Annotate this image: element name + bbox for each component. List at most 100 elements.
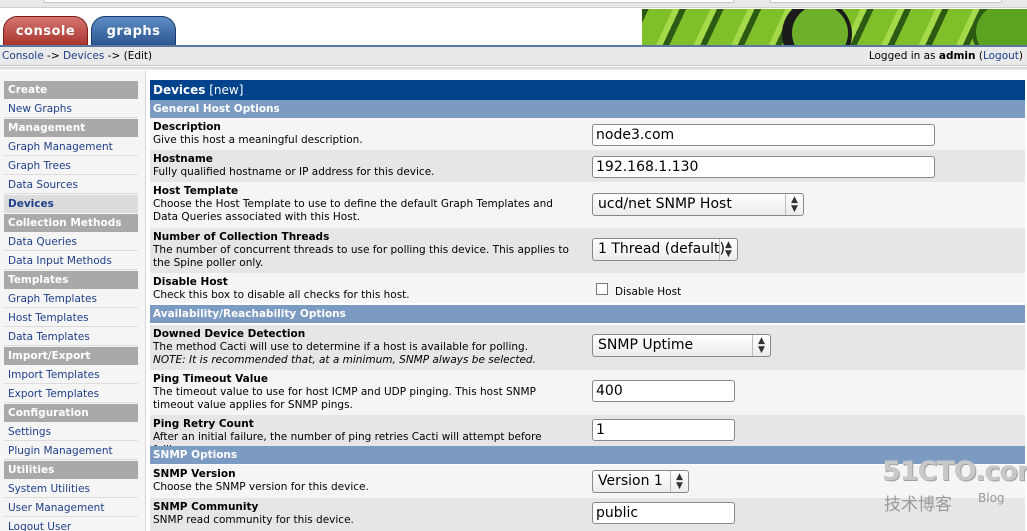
page-title-text: Devices xyxy=(153,83,206,97)
tab-console[interactable]: console xyxy=(3,16,88,46)
breadcrumb-console-link[interactable]: Console xyxy=(2,50,44,62)
hostname-input[interactable]: 192.168.1.130 xyxy=(592,156,935,178)
banner-shape xyxy=(972,9,1027,45)
sidebar-item-user-management[interactable]: User Management xyxy=(4,499,138,517)
breadcrumb-devices-link[interactable]: Devices xyxy=(63,50,104,62)
field-label: Ping Timeout Value The timeout value to … xyxy=(153,373,573,412)
disable-host-checkbox[interactable] xyxy=(596,283,608,295)
navbar-shadow xyxy=(0,67,1027,71)
field-help: The number of concurrent threads to use … xyxy=(153,244,569,269)
top-banner: console graphs xyxy=(0,0,1027,47)
section-availability-options: Availability/Reachability Options xyxy=(150,305,1025,323)
form-row-disable-host: Disable Host Check this box to disable a… xyxy=(150,273,1025,303)
field-label: SNMP Version Choose the SNMP version for… xyxy=(153,468,573,494)
page-title: Devices [new] xyxy=(150,80,1025,100)
field-help: Fully qualified hostname or IP address f… xyxy=(153,166,435,178)
disable-host-checkbox-label[interactable]: Disable Host xyxy=(615,286,681,298)
login-status: Logged in as admin (Logout) xyxy=(869,50,1023,62)
sidebar-header-configuration: Configuration xyxy=(4,404,138,422)
sidebar-item-data-templates[interactable]: Data Templates xyxy=(4,328,138,346)
sidebar-item-logout-user[interactable]: Logout User xyxy=(4,518,138,531)
sidebar-item-data-input-methods[interactable]: Data Input Methods xyxy=(4,252,138,270)
field-help: Choose the SNMP version for this device. xyxy=(153,481,369,493)
description-input[interactable]: node3.com xyxy=(592,124,935,146)
field-label: Host Template Choose the Host Template t… xyxy=(153,185,573,224)
sidebar-item-import-templates[interactable]: Import Templates xyxy=(4,366,138,384)
field-label: Downed Device Detection The method Cacti… xyxy=(153,328,573,367)
snmp-version-select[interactable]: Version 1 ▲ ▼ xyxy=(592,470,689,493)
select-value: ucd/net SNMP Host xyxy=(598,196,732,212)
form-row-hostname: Hostname Fully qualified hostname or IP … xyxy=(150,150,1025,182)
field-name: Ping Retry Count xyxy=(153,418,254,430)
navigation-bar: Console -> Devices -> (Edit) Logged in a… xyxy=(0,47,1027,66)
sidebar-header-collection-methods: Collection Methods xyxy=(4,214,138,232)
watermark-blog: Blog xyxy=(978,491,1005,505)
select-value: Version 1 xyxy=(598,473,663,489)
sidebar-item-host-templates[interactable]: Host Templates xyxy=(4,309,138,327)
select-value: SNMP Uptime xyxy=(598,337,694,353)
sidebar-item-graph-management[interactable]: Graph Management xyxy=(4,138,138,156)
sidebar-header-import-export: Import/Export xyxy=(4,347,138,365)
field-name: Disable Host xyxy=(153,276,228,288)
sidebar-header-templates: Templates xyxy=(4,271,138,289)
sidebar-header-management: Management xyxy=(4,119,138,137)
field-help: SNMP read community for this device. xyxy=(153,514,354,526)
field-label: SNMP Community SNMP read community for t… xyxy=(153,501,573,527)
sidebar-item-settings[interactable]: Settings xyxy=(4,423,138,441)
field-name: Number of Collection Threads xyxy=(153,231,330,243)
form-row-collection-threads: Number of Collection Threads The number … xyxy=(150,228,1025,273)
tab-graphs[interactable]: graphs xyxy=(91,16,176,46)
sidebar-item-new-graphs[interactable]: New Graphs xyxy=(4,100,138,118)
sidebar-header-create: Create xyxy=(4,81,138,99)
ping-retry-input[interactable]: 1 xyxy=(592,419,735,441)
browser-top-strip xyxy=(0,0,1027,8)
field-label: Disable Host Check this box to disable a… xyxy=(153,276,573,302)
login-prefix: Logged in as xyxy=(868,50,939,62)
select-value: 1 Thread (default) xyxy=(598,241,725,257)
field-help: Check this box to disable all checks for… xyxy=(153,289,410,301)
form-row-ping-retry: Ping Retry Count After an initial failur… xyxy=(150,415,1025,456)
watermark-logo: 51CTO.com 技术博客 Blog xyxy=(882,456,1027,516)
watermark-subtitle: 技术博客 xyxy=(884,495,952,515)
sidebar-item-devices[interactable]: Devices xyxy=(4,195,138,213)
watermark-title: 51CTO.com xyxy=(882,456,1027,487)
updown-chevron-icon: ▲ ▼ xyxy=(719,239,737,260)
field-name: Downed Device Detection xyxy=(153,328,306,340)
top-field-right xyxy=(770,0,1002,3)
collection-threads-select[interactable]: 1 Thread (default) ▲ ▼ xyxy=(592,238,738,261)
sidebar-item-export-templates[interactable]: Export Templates xyxy=(4,385,138,403)
sidebar-item-data-queries[interactable]: Data Queries xyxy=(4,233,138,251)
updown-chevron-icon: ▲ ▼ xyxy=(670,471,688,492)
sidebar-item-plugin-management[interactable]: Plugin Management xyxy=(4,442,138,460)
sidebar-item-graph-templates[interactable]: Graph Templates xyxy=(4,290,138,308)
sidebar-item-graph-trees[interactable]: Graph Trees xyxy=(4,157,138,175)
field-help: Choose the Host Template to use to defin… xyxy=(153,198,553,223)
field-name: Host Template xyxy=(153,185,239,197)
field-help: The method Cacti will use to determine i… xyxy=(153,341,529,353)
updown-chevron-icon: ▲ ▼ xyxy=(752,335,770,356)
field-help: The timeout value to use for host ICMP a… xyxy=(153,386,536,411)
form-row-description: Description Give this host a meaningful … xyxy=(150,118,1025,150)
logout-link[interactable]: Logout xyxy=(983,50,1019,62)
banner-shape xyxy=(792,9,848,45)
breadcrumb-current: (Edit) xyxy=(123,50,153,62)
breadcrumb-separator: -> xyxy=(43,50,63,62)
downed-detection-select[interactable]: SNMP Uptime ▲ ▼ xyxy=(592,334,771,357)
banner-artwork xyxy=(642,9,1027,45)
field-help: Give this host a meaningful description. xyxy=(153,134,363,146)
form-row-host-template: Host Template Choose the Host Template t… xyxy=(150,182,1025,228)
host-template-select[interactable]: ucd/net SNMP Host ▲ ▼ xyxy=(592,193,804,216)
breadcrumb: Console -> Devices -> (Edit) xyxy=(2,50,152,62)
field-label: Hostname Fully qualified hostname or IP … xyxy=(153,153,573,179)
form-row-ping-timeout: Ping Timeout Value The timeout value to … xyxy=(150,370,1025,415)
ping-timeout-input[interactable]: 400 xyxy=(592,380,735,402)
updown-chevron-icon: ▲ ▼ xyxy=(785,194,803,215)
field-name: Hostname xyxy=(153,153,213,165)
snmp-community-input[interactable]: public xyxy=(592,502,735,524)
sidebar-item-data-sources[interactable]: Data Sources xyxy=(4,176,138,194)
top-field-left xyxy=(44,0,734,3)
field-note: NOTE: It is recommended that, at a minim… xyxy=(153,354,536,366)
sidebar-item-system-utilities[interactable]: System Utilities xyxy=(4,480,138,498)
login-username: admin xyxy=(938,50,976,62)
field-name: SNMP Version xyxy=(153,468,236,480)
